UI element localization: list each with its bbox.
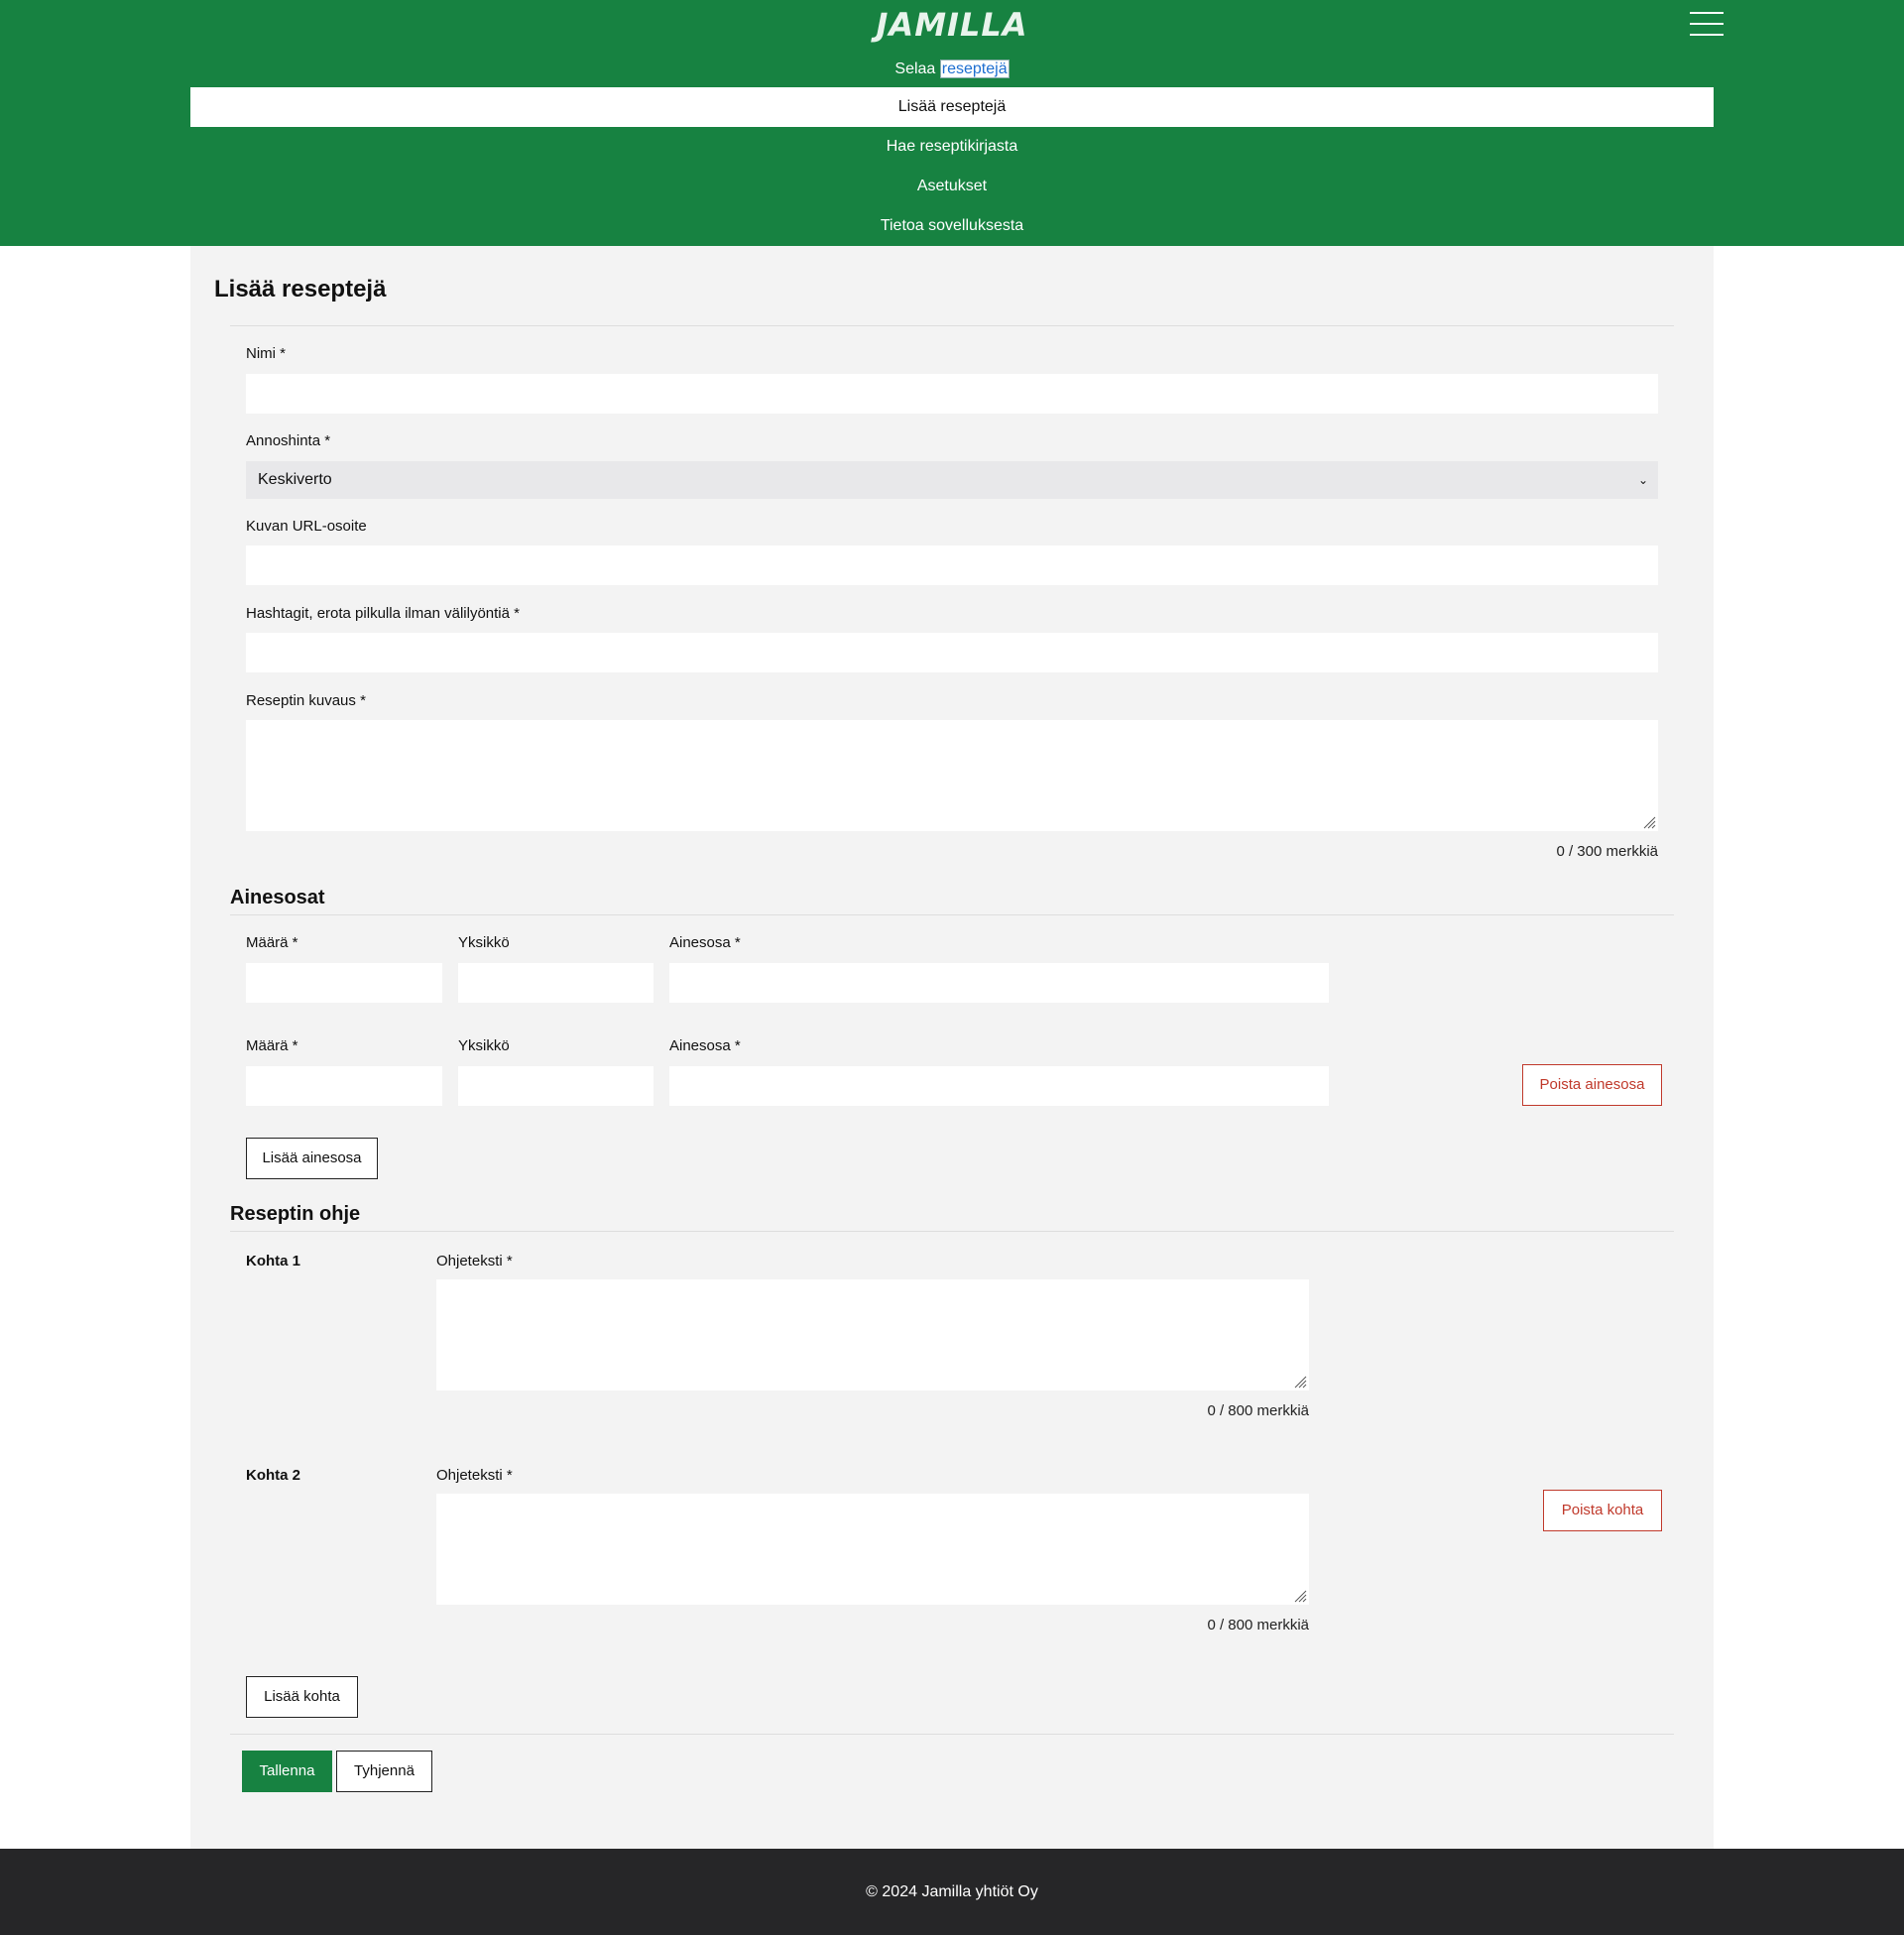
portion-select[interactable]: Keskiverto ⌄ xyxy=(246,461,1658,499)
ingredient-input[interactable] xyxy=(669,963,1329,1003)
hamburger-menu-icon[interactable] xyxy=(1690,12,1724,38)
add-ingredient-button[interactable]: Lisää ainesosa xyxy=(246,1138,378,1179)
clear-button[interactable]: Tyhjennä xyxy=(336,1751,432,1792)
add-step-button[interactable]: Lisää kohta xyxy=(246,1676,358,1718)
unit-label: Yksikkö xyxy=(458,934,510,951)
name-label: Nimi * xyxy=(246,345,286,362)
instruction-text-label: Ohjeteksti * xyxy=(436,1253,513,1270)
hashtags-label: Hashtagit, erota pilkulla ilman välilyön… xyxy=(246,605,520,622)
unit-label: Yksikkö xyxy=(458,1037,510,1054)
image-url-input[interactable] xyxy=(246,545,1658,585)
footer: © 2024 Jamilla yhtiöt Oy xyxy=(0,1849,1904,1935)
description-label: Reseptin kuvaus * xyxy=(246,692,366,709)
footer-copyright: © 2024 Jamilla yhtiöt Oy xyxy=(866,1883,1038,1900)
unit-input[interactable] xyxy=(458,963,654,1003)
divider xyxy=(230,1231,1674,1232)
resize-grip-icon[interactable] xyxy=(1642,815,1656,829)
step-label: Kohta 2 xyxy=(246,1467,301,1484)
description-textarea[interactable] xyxy=(246,720,1658,831)
remove-ingredient-button[interactable]: Poista ainesosa xyxy=(1522,1064,1662,1106)
nav-item-browse-prefix: Selaa xyxy=(894,60,936,77)
top-header: JAMILLA Selaa reseptejä Lisää reseptejä … xyxy=(0,0,1904,246)
instruction-textarea[interactable] xyxy=(436,1494,1309,1605)
image-url-label: Kuvan URL-osoite xyxy=(246,518,367,535)
resize-grip-icon[interactable] xyxy=(1293,1589,1307,1603)
ingredient-label: Ainesosa * xyxy=(669,934,741,951)
step-label: Kohta 1 xyxy=(246,1253,301,1270)
page-title: Lisää reseptejä xyxy=(214,276,387,302)
instruction-textarea[interactable] xyxy=(436,1279,1309,1391)
instruction-counter: 0 / 800 merkkiä xyxy=(1207,1617,1309,1633)
description-counter: 0 / 300 merkkiä xyxy=(1556,843,1658,860)
nav-item-browse[interactable]: Selaa reseptejä xyxy=(190,50,1714,89)
nav-item-browse-highlight: reseptejä xyxy=(939,60,1010,78)
amount-input[interactable] xyxy=(246,1066,442,1106)
chevron-down-icon: ⌄ xyxy=(1637,473,1648,487)
instructions-title: Reseptin ohje xyxy=(230,1203,361,1225)
divider xyxy=(230,325,1674,326)
instruction-text-label: Ohjeteksti * xyxy=(436,1467,513,1484)
portion-select-value: Keskiverto xyxy=(258,471,332,488)
unit-input[interactable] xyxy=(458,1066,654,1106)
save-button[interactable]: Tallenna xyxy=(242,1751,332,1792)
name-input[interactable] xyxy=(246,374,1658,414)
resize-grip-icon[interactable] xyxy=(1293,1375,1307,1389)
amount-input[interactable] xyxy=(246,963,442,1003)
divider xyxy=(230,914,1674,915)
amount-label: Määrä * xyxy=(246,934,298,951)
nav-item-add[interactable]: Lisää reseptejä xyxy=(190,87,1714,127)
nav-item-about[interactable]: Tietoa sovelluksesta xyxy=(190,206,1714,246)
ingredient-label: Ainesosa * xyxy=(669,1037,741,1054)
hashtags-input[interactable] xyxy=(246,633,1658,672)
divider xyxy=(230,1734,1674,1735)
nav-item-search[interactable]: Hae reseptikirjasta xyxy=(190,127,1714,167)
ingredient-input[interactable] xyxy=(669,1066,1329,1106)
ingredients-title: Ainesosat xyxy=(230,887,325,908)
amount-label: Määrä * xyxy=(246,1037,298,1054)
remove-step-button[interactable]: Poista kohta xyxy=(1543,1490,1662,1531)
add-recipe-panel: Lisää reseptejä Nimi * Annoshinta * Kesk… xyxy=(190,246,1714,1849)
instruction-counter: 0 / 800 merkkiä xyxy=(1207,1402,1309,1419)
app-logo[interactable]: JAMILLA xyxy=(0,6,1904,44)
portion-label: Annoshinta * xyxy=(246,432,331,449)
nav-item-settings[interactable]: Asetukset xyxy=(190,167,1714,206)
